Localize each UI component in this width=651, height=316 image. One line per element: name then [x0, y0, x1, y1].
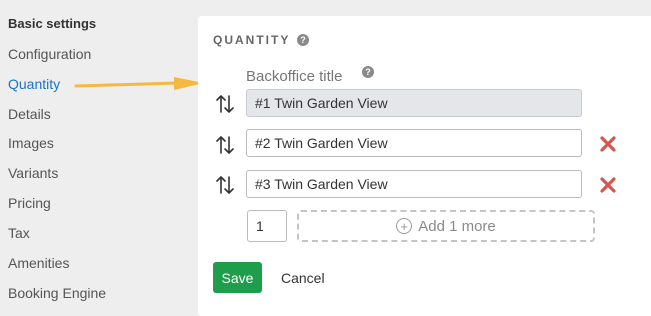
- remove-icon[interactable]: [599, 176, 617, 194]
- sidebar-item-variants[interactable]: Variants: [8, 165, 58, 181]
- sort-arrows-icon[interactable]: [214, 174, 236, 196]
- sidebar-item-images[interactable]: Images: [8, 135, 54, 151]
- sidebar-item-quantity[interactable]: Quantity: [8, 76, 60, 92]
- sidebar: Basic settings Configuration Quantity De…: [0, 0, 200, 310]
- add-more-label: Add 1 more: [418, 217, 496, 235]
- sidebar-item-configuration[interactable]: Configuration: [8, 46, 91, 62]
- title-field-3[interactable]: [246, 170, 582, 198]
- save-button[interactable]: Save: [213, 262, 262, 293]
- plus-circle-icon: +: [396, 218, 413, 234]
- sidebar-item-amenities[interactable]: Amenities: [8, 255, 69, 271]
- sidebar-heading: Basic settings: [8, 16, 97, 31]
- sort-arrows-icon[interactable]: [214, 134, 236, 156]
- help-icon[interactable]: ?: [297, 34, 309, 46]
- quantity-panel: QUANTITY ? Backoffice title ? + Add 1 mo…: [198, 16, 651, 316]
- arrow-right-icon: [74, 77, 204, 90]
- section-title: QUANTITY: [213, 33, 291, 47]
- add-count-input[interactable]: [247, 210, 287, 242]
- remove-icon[interactable]: [599, 135, 617, 153]
- sidebar-item-tax[interactable]: Tax: [8, 225, 30, 241]
- column-label: Backoffice title: [246, 68, 343, 85]
- sidebar-item-booking-engine[interactable]: Booking Engine: [8, 285, 106, 301]
- title-field-1[interactable]: [246, 89, 582, 117]
- sidebar-item-details[interactable]: Details: [8, 106, 51, 122]
- sidebar-item-pricing[interactable]: Pricing: [8, 195, 51, 211]
- cancel-button[interactable]: Cancel: [278, 262, 328, 293]
- add-more-button[interactable]: + Add 1 more: [297, 210, 595, 242]
- sort-arrows-icon[interactable]: [214, 93, 236, 115]
- help-icon[interactable]: ?: [362, 66, 374, 78]
- title-field-2[interactable]: [246, 129, 582, 157]
